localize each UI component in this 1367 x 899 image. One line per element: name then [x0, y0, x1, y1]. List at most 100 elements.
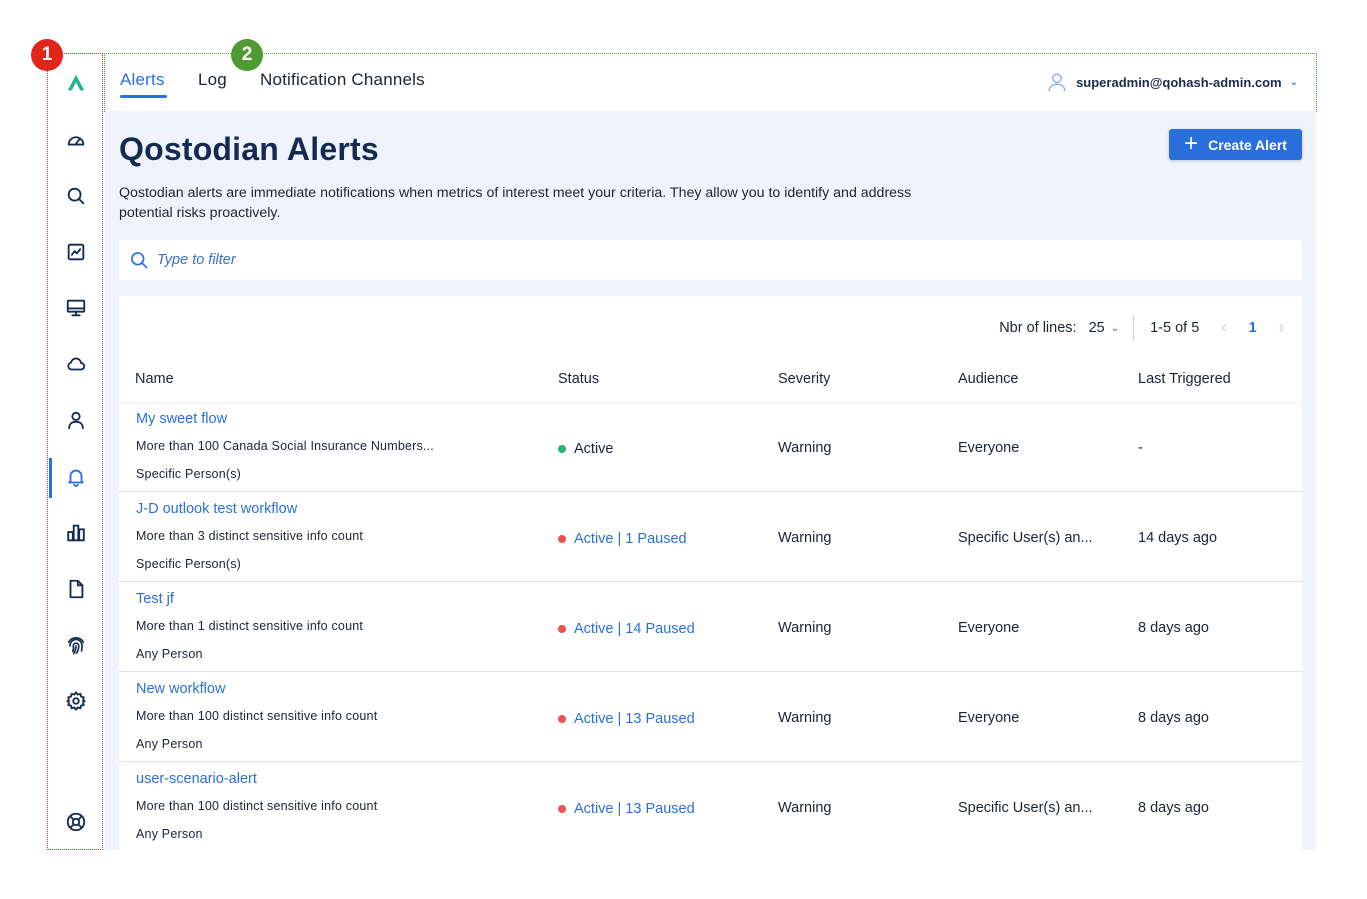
chevron-down-icon: ⌄	[1289, 76, 1298, 88]
column-header-audience[interactable]: Audience	[958, 371, 1018, 387]
top-nav: Alerts Log Notification Channels superad…	[105, 54, 1316, 111]
bell-icon[interactable]	[63, 464, 89, 490]
alert-status[interactable]: Active | 13 Paused	[558, 801, 695, 817]
alert-status[interactable]: Active | 14 Paused	[558, 621, 695, 637]
alert-last-triggered: 8 days ago	[1138, 800, 1209, 816]
column-header-status[interactable]: Status	[558, 371, 599, 387]
alert-status[interactable]: Active | 1 Paused	[558, 531, 687, 547]
table-row[interactable]: J-D outlook test workflow More than 3 di…	[119, 492, 1302, 582]
alert-severity: Warning	[778, 530, 832, 546]
callout-badge-1: 1	[31, 39, 63, 71]
alert-audience: Specific User(s) an...	[958, 800, 1093, 816]
user-menu[interactable]: superadmin@qohash-admin.com ⌄	[1046, 71, 1298, 93]
page-range: 1-5 of 5	[1150, 320, 1200, 336]
tab-alerts[interactable]: Alerts	[120, 70, 165, 90]
status-dot-icon	[558, 715, 566, 723]
alert-condition: More than 100 distinct sensitive info co…	[136, 799, 378, 813]
table-row[interactable]: Test jf More than 1 distinct sensitive i…	[119, 582, 1302, 672]
alert-audience: Everyone	[958, 620, 1020, 636]
alert-last-triggered: 8 days ago	[1138, 710, 1209, 726]
table-row[interactable]: New workflow More than 100 distinct sens…	[119, 672, 1302, 762]
active-tab-indicator	[120, 95, 167, 98]
status-text: Active	[574, 441, 614, 457]
chart-icon[interactable]	[63, 239, 89, 265]
table-row[interactable]: user-scenario-alert More than 100 distin…	[119, 762, 1302, 850]
tab-log[interactable]: Log	[198, 70, 227, 90]
alert-status: Active	[558, 441, 614, 457]
document-icon[interactable]	[63, 576, 89, 602]
alert-target: Any Person	[136, 827, 203, 841]
status-text[interactable]: Active | 14 Paused	[574, 621, 695, 637]
alert-condition: More than 3 distinct sensitive info coun…	[136, 529, 364, 543]
alert-audience: Everyone	[958, 440, 1020, 456]
tab-notification-channels[interactable]: Notification Channels	[260, 70, 425, 90]
alert-target: Specific Person(s)	[136, 467, 242, 481]
search-icon	[131, 252, 148, 269]
fingerprint-icon[interactable]	[63, 632, 89, 658]
alert-severity: Warning	[778, 710, 832, 726]
create-alert-button[interactable]: + Create Alert	[1169, 129, 1302, 160]
alert-target: Any Person	[136, 647, 203, 661]
next-page-icon[interactable]: ›	[1279, 319, 1284, 337]
page-description: Qostodian alerts are immediate notificat…	[119, 185, 912, 221]
table-header: Name Status Severity Audience Last Trigg…	[119, 364, 1302, 402]
status-text[interactable]: Active | 13 Paused	[574, 711, 695, 727]
dashboard-icon[interactable]	[63, 127, 89, 153]
filter-bar	[119, 240, 1302, 280]
table-row[interactable]: My sweet flow More than 100 Canada Socia…	[119, 402, 1302, 492]
plus-icon: +	[1184, 129, 1199, 157]
lines-per-page-select[interactable]: 25	[1089, 320, 1105, 336]
status-text[interactable]: Active | 13 Paused	[574, 801, 695, 817]
gear-icon[interactable]	[63, 688, 89, 714]
page-title: Qostodian Alerts	[119, 131, 379, 167]
pagination: Nbr of lines: 25 ⌄ 1-5 of 5 ‹ 1 ›	[999, 316, 1284, 340]
alert-name-link[interactable]: J-D outlook test workflow	[136, 501, 297, 517]
alert-status[interactable]: Active | 13 Paused	[558, 711, 695, 727]
alert-last-triggered: 14 days ago	[1138, 530, 1218, 546]
lines-label: Nbr of lines:	[999, 320, 1077, 336]
filter-input[interactable]	[157, 252, 757, 268]
alert-target: Any Person	[136, 737, 203, 751]
user-avatar-icon	[1048, 73, 1066, 92]
status-dot-icon	[558, 625, 566, 633]
status-text[interactable]: Active | 1 Paused	[574, 531, 687, 547]
alert-target: Specific Person(s)	[136, 557, 242, 571]
alert-severity: Warning	[778, 800, 832, 816]
alert-severity: Warning	[778, 440, 832, 456]
current-page[interactable]: 1	[1249, 320, 1257, 336]
cloud-icon[interactable]	[63, 351, 89, 377]
search-icon[interactable]	[63, 183, 89, 209]
alert-last-triggered: -	[1138, 440, 1143, 456]
callout-badge-2: 2	[231, 39, 263, 71]
bar-chart-icon[interactable]	[63, 520, 89, 546]
help-icon[interactable]	[63, 809, 89, 835]
alert-condition: More than 100 Canada Social Insurance Nu…	[136, 439, 434, 453]
alert-last-triggered: 8 days ago	[1138, 620, 1209, 636]
create-alert-label: Create Alert	[1208, 136, 1287, 153]
alert-name-link[interactable]: My sweet flow	[136, 411, 227, 427]
monitor-icon[interactable]	[63, 295, 89, 321]
column-header-last-triggered[interactable]: Last Triggered	[1138, 371, 1231, 387]
status-dot-icon	[558, 535, 566, 543]
main-content: Qostodian Alerts + Create Alert Qostodia…	[105, 111, 1316, 850]
sidebar-active-indicator	[49, 458, 52, 498]
user-icon[interactable]	[63, 407, 89, 433]
alert-severity: Warning	[778, 620, 832, 636]
alert-name-link[interactable]: user-scenario-alert	[136, 771, 257, 787]
alert-name-link[interactable]: Test jf	[136, 591, 174, 607]
sidebar	[49, 55, 101, 848]
status-dot-icon	[558, 445, 566, 453]
logo-icon[interactable]	[63, 70, 89, 96]
column-header-name[interactable]: Name	[135, 371, 174, 387]
alert-audience: Specific User(s) an...	[958, 530, 1093, 546]
pager-divider	[1133, 316, 1135, 340]
alerts-table-card: Nbr of lines: 25 ⌄ 1-5 of 5 ‹ 1 › Name S…	[119, 296, 1302, 850]
status-dot-icon	[558, 805, 566, 813]
prev-page-icon[interactable]: ‹	[1221, 319, 1226, 337]
column-header-severity[interactable]: Severity	[778, 371, 830, 387]
alert-condition: More than 1 distinct sensitive info coun…	[136, 619, 364, 633]
alert-audience: Everyone	[958, 710, 1020, 726]
chevron-down-icon[interactable]: ⌄	[1111, 323, 1119, 334]
alert-condition: More than 100 distinct sensitive info co…	[136, 709, 378, 723]
alert-name-link[interactable]: New workflow	[136, 681, 225, 697]
